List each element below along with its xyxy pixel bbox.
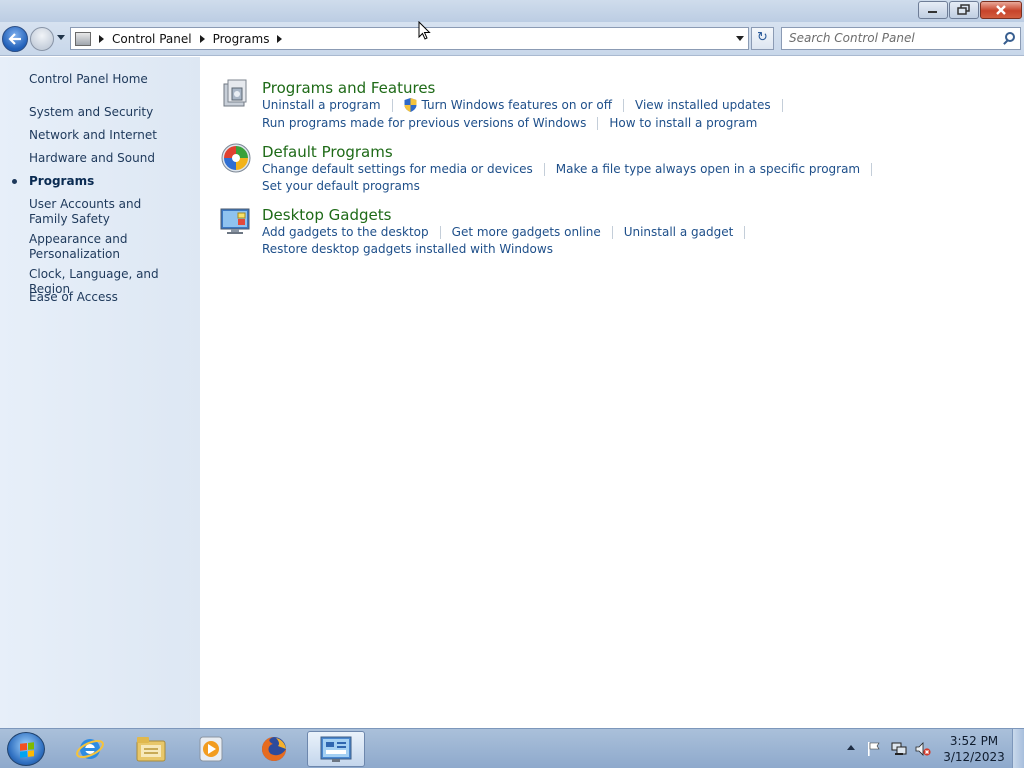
link-how-to-install[interactable]: How to install a program	[609, 116, 757, 130]
minimize-icon	[928, 11, 937, 13]
category-links-row: Run programs made for previous versions …	[262, 116, 757, 130]
search-box[interactable]	[781, 27, 1021, 50]
breadcrumb-control-panel[interactable]: Control Panel	[112, 32, 192, 46]
close-button[interactable]	[980, 1, 1022, 19]
breadcrumb-programs[interactable]: Programs	[213, 32, 270, 46]
taskbar-firefox[interactable]	[245, 731, 303, 767]
link-separator	[611, 225, 613, 239]
sidebar: Control Panel Home System and Security N…	[0, 57, 200, 728]
navigation-bar: Control Panel Programs ↻	[0, 22, 1024, 56]
link-uninstall-gadget[interactable]: Uninstall a gadget	[624, 225, 734, 239]
link-windows-features[interactable]: Turn Windows features on or off	[422, 98, 613, 112]
link-separator	[744, 225, 746, 239]
search-input[interactable]	[789, 28, 999, 48]
sidebar-item-appearance[interactable]: Appearance and Personalization	[29, 232, 139, 262]
link-get-more-gadgets[interactable]: Get more gadgets online	[452, 225, 601, 239]
link-separator	[543, 162, 545, 176]
title-bar	[0, 0, 1024, 22]
taskbar-control-panel[interactable]	[307, 731, 365, 767]
address-bar[interactable]: Control Panel Programs	[70, 27, 749, 50]
category-links-row: Add gadgets to the desktop Get more gadg…	[262, 225, 756, 239]
control-panel-icon	[320, 736, 352, 762]
link-separator	[781, 98, 783, 112]
category-title[interactable]: Programs and Features	[262, 79, 435, 97]
sidebar-item-control-panel-home[interactable]: Control Panel Home	[29, 72, 194, 87]
refresh-icon: ↻	[757, 30, 768, 45]
taskbar-media-player[interactable]	[183, 731, 241, 767]
desktop-gadgets-icon[interactable]	[220, 205, 252, 237]
link-separator	[597, 116, 599, 130]
link-compatibility[interactable]: Run programs made for previous versions …	[262, 116, 586, 130]
close-icon	[996, 5, 1006, 15]
clock-time: 3:52 PM	[949, 734, 999, 748]
link-set-default-programs[interactable]: Set your default programs	[262, 179, 420, 193]
breadcrumb-arrow-icon[interactable]	[199, 34, 205, 43]
category-title[interactable]: Desktop Gadgets	[262, 206, 391, 224]
restore-icon	[957, 4, 970, 15]
sidebar-item-user-accounts[interactable]: User Accounts and Family Safety	[29, 197, 179, 227]
taskbar: 3:52 PM 3/12/2023	[0, 728, 1024, 768]
recent-pages-dropdown[interactable]	[57, 35, 65, 40]
action-center-flag-icon[interactable]	[866, 741, 882, 757]
firefox-icon	[262, 737, 286, 761]
volume-muted-icon[interactable]	[915, 741, 931, 757]
link-restore-gadgets[interactable]: Restore desktop gadgets installed with W…	[262, 242, 553, 256]
forward-button[interactable]	[30, 27, 54, 51]
sidebar-item-ease-of-access[interactable]: Ease of Access	[29, 290, 194, 305]
sidebar-item-network-and-internet[interactable]: Network and Internet	[29, 128, 194, 143]
search-icon[interactable]	[1005, 32, 1015, 42]
network-icon[interactable]	[891, 741, 907, 757]
link-separator	[439, 225, 441, 239]
active-bullet-icon	[12, 179, 17, 184]
start-button[interactable]	[7, 732, 45, 766]
windows-logo-icon	[20, 742, 34, 758]
taskbar-internet-explorer[interactable]	[61, 731, 119, 767]
default-programs-icon[interactable]	[220, 142, 252, 174]
link-installed-updates[interactable]: View installed updates	[635, 98, 771, 112]
windows-explorer-icon	[136, 737, 166, 762]
show-desktop-button[interactable]	[1012, 729, 1024, 768]
window-controls	[917, 1, 1022, 19]
programs-features-icon[interactable]	[220, 78, 252, 110]
control-panel-icon	[75, 31, 91, 46]
back-button[interactable]	[2, 26, 28, 52]
media-player-icon	[199, 736, 223, 762]
address-dropdown-icon[interactable]	[736, 36, 744, 41]
uac-shield-icon	[404, 98, 417, 112]
refresh-button[interactable]: ↻	[751, 27, 774, 50]
link-uninstall-program[interactable]: Uninstall a program	[262, 98, 381, 112]
category-title[interactable]: Default Programs	[262, 143, 393, 161]
restore-button[interactable]	[949, 1, 979, 19]
sidebar-item-hardware-and-sound[interactable]: Hardware and Sound	[29, 151, 194, 166]
link-add-gadgets[interactable]: Add gadgets to the desktop	[262, 225, 429, 239]
internet-explorer-icon	[76, 739, 104, 759]
main-content: Programs and Features Uninstall a progra…	[200, 57, 1024, 728]
clock-date: 3/12/2023	[943, 750, 1005, 764]
show-hidden-icons-button[interactable]	[847, 745, 855, 750]
category-links-row: Change default settings for media or dev…	[262, 162, 883, 176]
arrow-left-icon	[8, 33, 21, 45]
mouse-cursor-icon	[418, 21, 431, 40]
category-links-row: Restore desktop gadgets installed with W…	[262, 242, 553, 256]
sidebar-item-system-and-security[interactable]: System and Security	[29, 105, 194, 120]
sidebar-item-programs[interactable]: Programs	[29, 174, 194, 189]
link-file-type-association[interactable]: Make a file type always open in a specif…	[556, 162, 860, 176]
link-media-devices-defaults[interactable]: Change default settings for media or dev…	[262, 162, 533, 176]
breadcrumb-arrow-icon[interactable]	[99, 34, 104, 43]
category-links-row: Uninstall a program Turn Windows feature…	[262, 98, 794, 112]
system-clock[interactable]: 3:52 PM 3/12/2023	[940, 733, 1008, 765]
breadcrumb-arrow-icon[interactable]	[277, 34, 283, 43]
link-separator	[391, 98, 393, 112]
link-separator	[871, 162, 873, 176]
taskbar-windows-explorer[interactable]	[122, 731, 180, 767]
minimize-button[interactable]	[918, 1, 948, 19]
category-links-row: Set your default programs	[262, 179, 420, 193]
link-separator	[623, 98, 625, 112]
